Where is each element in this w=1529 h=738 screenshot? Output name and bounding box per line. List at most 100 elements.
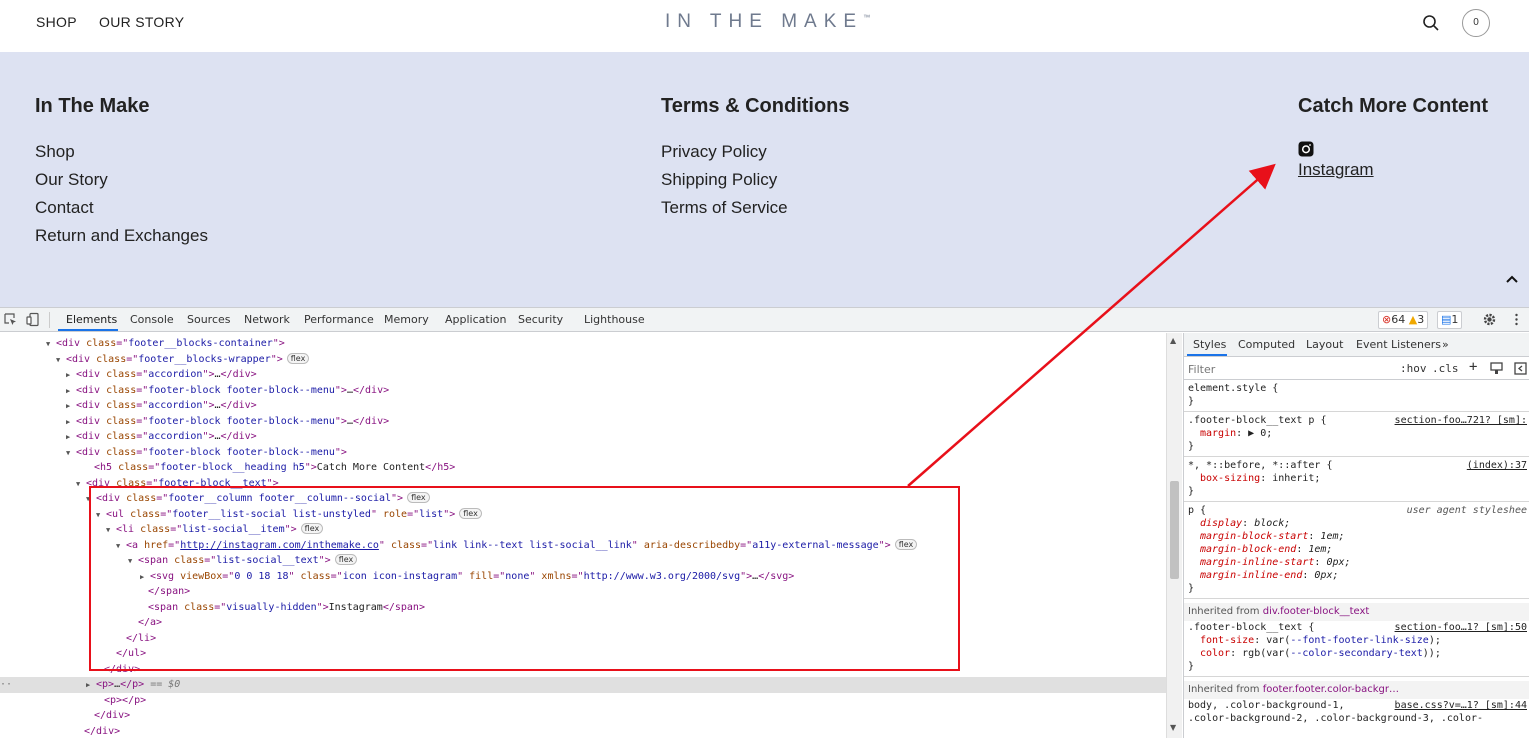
footer-link-terms-of-service[interactable]: Terms of Service — [661, 198, 788, 218]
expand-arrow-right-icon[interactable]: ▶ — [66, 399, 76, 415]
css-declaration[interactable]: margin: ▶ 0; — [1184, 428, 1529, 440]
dom-tree-node[interactable]: ▶ <div class="footer-block footer-block--… — [0, 383, 1166, 399]
footer-link-shop[interactable]: Shop — [35, 142, 75, 162]
dom-tree-node[interactable]: ▶ <div class="accordion">…</div> — [0, 429, 1166, 445]
dom-tree-node[interactable]: ▶ <div class="accordion">…</div> — [0, 398, 1166, 414]
tab-styles[interactable]: Styles — [1193, 338, 1226, 351]
css-declaration[interactable]: margin-inline-end: 0px; — [1184, 570, 1529, 582]
cart-count-badge[interactable]: 0 — [1462, 9, 1490, 37]
css-declaration[interactable]: color: rgb(var(--color-secondary-text)); — [1184, 648, 1529, 660]
tab-computed[interactable]: Computed — [1238, 338, 1295, 351]
tab-console[interactable]: Console — [130, 313, 174, 326]
dom-tree-node[interactable]: ▼ <div class="footer-block__text"> — [0, 476, 1166, 492]
expand-arrow-right-icon[interactable]: ▶ — [66, 384, 76, 400]
style-rule-selector[interactable]: .color-background-2, .color-background-3… — [1184, 713, 1529, 725]
expand-arrow-down-icon[interactable]: ▼ — [86, 492, 96, 508]
dom-tree-node[interactable]: ▶ <div class="accordion">…</div> — [0, 367, 1166, 383]
dom-tree-node[interactable]: </ul> — [0, 646, 1166, 662]
expand-arrow-down-icon[interactable]: ▼ — [66, 446, 76, 462]
expand-arrow-down-icon[interactable]: ▼ — [96, 508, 106, 524]
tab-network[interactable]: Network — [244, 313, 290, 326]
dom-tree-node[interactable]: </div> — [0, 708, 1166, 724]
dom-tree-node[interactable]: <span class="visually-hidden">Instagram<… — [0, 600, 1166, 616]
expand-arrow-down-icon[interactable]: ▼ — [56, 353, 66, 369]
dom-tree-node[interactable]: ▼ <div class="footer__column footer__colu… — [0, 491, 1166, 507]
tab-elements[interactable]: Elements — [66, 313, 117, 326]
dom-tree-node[interactable]: </li> — [0, 631, 1166, 647]
dom-tree-node[interactable]: ▶ <svg viewBox="0 0 18 18" class="icon ic… — [0, 569, 1166, 585]
flex-badge[interactable]: flex — [334, 554, 358, 565]
elements-dom-tree[interactable]: ▼ <div class="footer__blocks-container"> ▼… — [0, 333, 1166, 738]
css-declaration[interactable]: box-sizing: inherit; — [1184, 473, 1529, 485]
expand-arrow-right-icon[interactable]: ▶ — [66, 430, 76, 446]
expand-arrow-right-icon[interactable]: ▶ — [86, 678, 96, 694]
nav-link-shop[interactable]: SHOP — [36, 14, 77, 30]
inspect-element-icon[interactable] — [3, 312, 18, 327]
device-toolbar-icon[interactable] — [26, 312, 41, 327]
search-icon[interactable] — [1422, 14, 1440, 32]
dom-tree-node[interactable]: ▶ <p>…</p> == $0 ·· — [0, 677, 1166, 693]
tab-layout[interactable]: Layout — [1306, 338, 1343, 351]
style-rule-source-link[interactable]: section-foo…1? [sm]:50 — [1395, 622, 1527, 633]
css-declaration[interactable]: margin-block-start: 1em; — [1184, 531, 1529, 543]
element-state-icon[interactable] — [1490, 362, 1503, 375]
tab-security[interactable]: Security — [518, 313, 563, 326]
tab-memory[interactable]: Memory — [384, 313, 429, 326]
style-rule-source-link[interactable]: (index):37 — [1467, 460, 1527, 471]
tab-lighthouse[interactable]: Lighthouse — [584, 313, 645, 326]
dom-tree-node[interactable]: ▼ <div class="footer__blocks-wrapper"> fle… — [0, 352, 1166, 368]
dom-tree-node[interactable]: </div> — [0, 724, 1166, 738]
scrollbar-thumb[interactable] — [1170, 481, 1179, 579]
instagram-icon[interactable] — [1298, 141, 1314, 157]
dom-tree-node[interactable]: <p></p> — [0, 693, 1166, 709]
chevron-up-icon[interactable] — [1504, 271, 1520, 287]
dom-tree-node[interactable]: ▼ <div class="footer-block footer-block--… — [0, 445, 1166, 461]
expand-arrow-down-icon[interactable]: ▼ — [76, 477, 86, 493]
toggle-sidebar-icon[interactable] — [1514, 362, 1527, 375]
css-declaration[interactable]: margin-inline-start: 0px; — [1184, 557, 1529, 569]
tab-event-listeners[interactable]: Event Listeners — [1356, 338, 1441, 351]
footer-link-contact[interactable]: Contact — [35, 198, 94, 218]
flex-badge[interactable]: flex — [286, 352, 310, 364]
gear-icon[interactable] — [1482, 312, 1497, 327]
dom-tree-node[interactable]: ▶ <div class="footer-block footer-block--… — [0, 414, 1166, 430]
hov-toggle[interactable]: :hov — [1400, 362, 1427, 375]
cls-toggle[interactable]: .cls — [1432, 362, 1459, 375]
dom-tree-node[interactable]: ▼ <ul class="footer__list-social list-uns… — [0, 507, 1166, 523]
flex-badge[interactable]: flex — [407, 492, 430, 503]
site-logo[interactable]: IN THE MAKE™ — [665, 11, 870, 33]
expand-arrow-right-icon[interactable]: ▶ — [140, 570, 150, 586]
css-declaration[interactable]: display: block; — [1184, 518, 1529, 530]
dom-tree-node[interactable]: ▼ <a href="http://instagram.com/inthemake… — [0, 538, 1166, 554]
dom-tree-node[interactable]: <h5 class="footer-block__heading h5">Cat… — [0, 460, 1166, 476]
footer-link-return-exchanges[interactable]: Return and Exchanges — [35, 226, 208, 246]
dom-tree-node[interactable]: </span> — [0, 584, 1166, 600]
css-declaration[interactable]: margin-block-end: 1em; — [1184, 544, 1529, 556]
expand-arrow-right-icon[interactable]: ▶ — [66, 368, 76, 384]
expand-arrow-right-icon[interactable]: ▶ — [66, 415, 76, 431]
dom-tree-node[interactable]: ▼ <span class="list-social__text"> flex — [0, 553, 1166, 569]
tab-more-panels[interactable]: » — [1442, 338, 1449, 351]
footer-link-shipping-policy[interactable]: Shipping Policy — [661, 170, 777, 190]
footer-link-instagram[interactable]: Instagram — [1298, 160, 1374, 180]
css-declaration[interactable]: font-size: var(--font-footer-link-size); — [1184, 635, 1529, 647]
expand-arrow-down-icon[interactable]: ▼ — [116, 539, 126, 555]
new-style-rule-icon[interactable]: + — [1469, 359, 1477, 375]
footer-link-privacy-policy[interactable]: Privacy Policy — [661, 142, 767, 162]
style-rule-source-link[interactable]: section-foo…721? [sm]: — [1395, 415, 1527, 426]
issues-badge[interactable]: ⊗64 ▲3 — [1378, 311, 1429, 329]
messages-badge[interactable]: ▤1 — [1437, 311, 1463, 329]
scroll-down-arrow[interactable]: ▼ — [1170, 723, 1176, 732]
expand-arrow-down-icon[interactable]: ▼ — [128, 554, 138, 570]
dom-tree-scrollbar[interactable]: ▲ ▼ — [1166, 333, 1182, 738]
dom-tree-node[interactable]: ▼ <li class="list-social__item"> flex — [0, 522, 1166, 538]
flex-badge[interactable]: flex — [300, 523, 324, 534]
style-rule-selector[interactable]: element.style { — [1184, 383, 1529, 395]
footer-link-our-story[interactable]: Our Story — [35, 170, 108, 190]
tab-performance[interactable]: Performance — [304, 313, 374, 326]
expand-arrow-down-icon[interactable]: ▼ — [46, 337, 56, 353]
dom-tree-node[interactable]: </div> — [0, 662, 1166, 678]
styles-filter-input[interactable] — [1188, 361, 1388, 377]
dom-tree-node[interactable]: ▼ <div class="footer__blocks-container"> — [0, 336, 1166, 352]
more-options-icon[interactable] — [1509, 312, 1524, 327]
